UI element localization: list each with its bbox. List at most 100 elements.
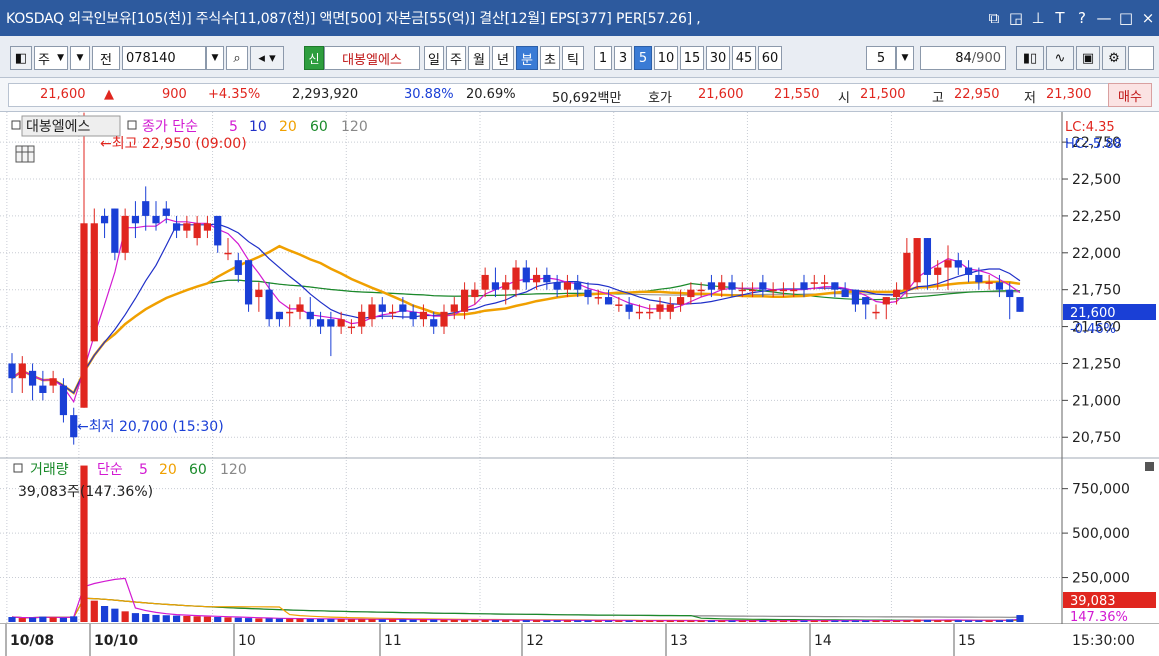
code-dropdown-icon[interactable]: ▼ <box>206 46 224 70</box>
volume-bar <box>28 617 37 622</box>
candle-body <box>100 215 109 224</box>
interval-tab[interactable]: 5 <box>634 46 652 70</box>
x-tick-label: 15 <box>958 633 976 649</box>
interval-tab[interactable]: 30 <box>706 46 730 70</box>
toolbar: ◧ 주 ▼ ▼ 전 078140 ▼ ⌕ ◂ ▾ 신 대봉엘에스 5 ▼ 84/9… <box>0 36 1159 78</box>
volume-bar <box>553 620 561 622</box>
save-icon[interactable]: ▣ <box>1076 46 1100 70</box>
y-tick-label: 21,750 <box>1072 283 1121 299</box>
layout-icon[interactable]: ◧ <box>10 46 32 70</box>
volume-bar <box>152 614 160 622</box>
period-tab[interactable]: 초 <box>540 46 560 70</box>
candle-body <box>162 208 170 216</box>
candle-body <box>738 289 746 292</box>
volume-bar <box>934 620 942 622</box>
candle-body <box>203 223 212 231</box>
ma-legend-title: 종가 단순 <box>142 119 198 135</box>
candle-body <box>378 304 386 312</box>
indicator-icon[interactable]: ∿ <box>1046 46 1074 70</box>
volume-bar <box>1016 615 1024 622</box>
lc-label: LC:4.35 <box>1065 120 1115 135</box>
candle-body <box>769 289 777 292</box>
candle-body <box>553 282 561 290</box>
volume-bar <box>707 620 716 622</box>
min-label: 최저 20,700 (15:30) <box>89 419 224 435</box>
volume-bar <box>913 619 921 622</box>
interval-select[interactable]: 5 <box>866 46 896 70</box>
candle-body <box>522 267 530 283</box>
dropdown-icon[interactable]: ▼ <box>70 46 90 70</box>
candle-body <box>862 297 870 305</box>
volume-bar <box>820 620 829 622</box>
code-input[interactable]: 078140 <box>122 46 206 70</box>
volume-bar <box>656 620 664 622</box>
candle-body <box>152 215 160 224</box>
buy-button[interactable]: 매수 <box>1108 83 1152 107</box>
period-tab[interactable]: 월 <box>468 46 490 70</box>
search-icon[interactable]: ⌕ <box>226 46 248 70</box>
volume-bar <box>841 620 849 622</box>
candle-body <box>265 289 273 320</box>
volume-bar <box>882 620 890 622</box>
table-icon[interactable] <box>15 145 35 163</box>
hc-label: HC:-5.88 <box>1065 137 1122 152</box>
candle-body <box>460 289 469 312</box>
title-bar: KOSDAQ 외국인보유[105(천)] 주식수[11,087(천)] 액면[5… <box>0 0 1159 36</box>
candle-body <box>399 304 407 312</box>
interval-tab[interactable]: 45 <box>732 46 756 70</box>
candle-body <box>172 223 181 231</box>
candle-type-icon[interactable]: ▮▯ <box>1016 46 1044 70</box>
low-label: 저 <box>1024 91 1036 106</box>
interval-tab[interactable]: 1 <box>594 46 612 70</box>
max-label: 최고 22,950 (09:00) <box>112 136 247 152</box>
pin-icon[interactable]: ⊥ <box>1027 9 1049 27</box>
mode-button[interactable]: 전 <box>92 46 120 70</box>
total-volume: 2,293,920 <box>292 87 359 102</box>
period-tab[interactable]: 틱 <box>562 46 584 70</box>
candle-body <box>563 282 572 290</box>
checkbox[interactable] <box>1128 46 1154 70</box>
stock-chart[interactable]: 22,75022,50022,25022,00021,75021,50021,2… <box>0 112 1159 656</box>
volume-bar <box>460 619 469 622</box>
period-tab[interactable]: 년 <box>492 46 514 70</box>
market-select[interactable]: 주 ▼ <box>34 46 68 70</box>
volume-bar <box>265 618 273 622</box>
volume-bar <box>954 620 962 622</box>
volume-bar <box>800 620 808 622</box>
close-button[interactable]: × <box>1137 9 1159 27</box>
interval-tab[interactable]: 3 <box>614 46 632 70</box>
stock-name[interactable]: 대봉엘에스 <box>324 46 420 70</box>
minimize-button[interactable]: — <box>1093 9 1115 27</box>
font-icon[interactable]: T <box>1049 9 1071 27</box>
current-price: 21,600 <box>40 87 86 102</box>
candle-body <box>728 282 736 290</box>
volume-bar <box>49 617 57 622</box>
ma-legend-10: 10 <box>249 119 267 135</box>
period-tab[interactable]: 일 <box>424 46 444 70</box>
vol-ma-legend-5: 5 <box>139 462 148 478</box>
count-input[interactable]: 84/900 <box>920 46 1006 70</box>
interval-tab[interactable]: 10 <box>654 46 678 70</box>
volume-bar <box>90 600 98 622</box>
maximize-button[interactable]: □ <box>1115 9 1137 27</box>
close-panel-icon[interactable] <box>1145 462 1154 471</box>
candle-body <box>193 223 201 239</box>
popup-icon[interactable]: ◲ <box>1005 9 1027 27</box>
restore-icon[interactable]: ⧉ <box>983 9 1005 27</box>
period-tab[interactable]: 주 <box>446 46 466 70</box>
volume-bar <box>142 614 150 622</box>
period-tab[interactable]: 분 <box>516 46 538 70</box>
count-value: 84 <box>955 50 972 66</box>
volume-bar <box>316 618 325 622</box>
gear-icon[interactable]: ⚙ <box>1102 46 1126 70</box>
volume-bar <box>995 620 1004 622</box>
speaker-icon[interactable]: ◂ ▾ <box>250 46 284 70</box>
interval-tab[interactable]: 60 <box>758 46 782 70</box>
last-volume-label: 39,083 <box>1070 594 1116 609</box>
interval-tab[interactable]: 15 <box>680 46 704 70</box>
candle-body <box>954 260 962 268</box>
volume-bar <box>70 616 78 622</box>
interval-dropdown-icon[interactable]: ▼ <box>896 46 914 70</box>
price-change: 900 <box>162 87 187 102</box>
help-icon[interactable]: ? <box>1071 9 1093 27</box>
